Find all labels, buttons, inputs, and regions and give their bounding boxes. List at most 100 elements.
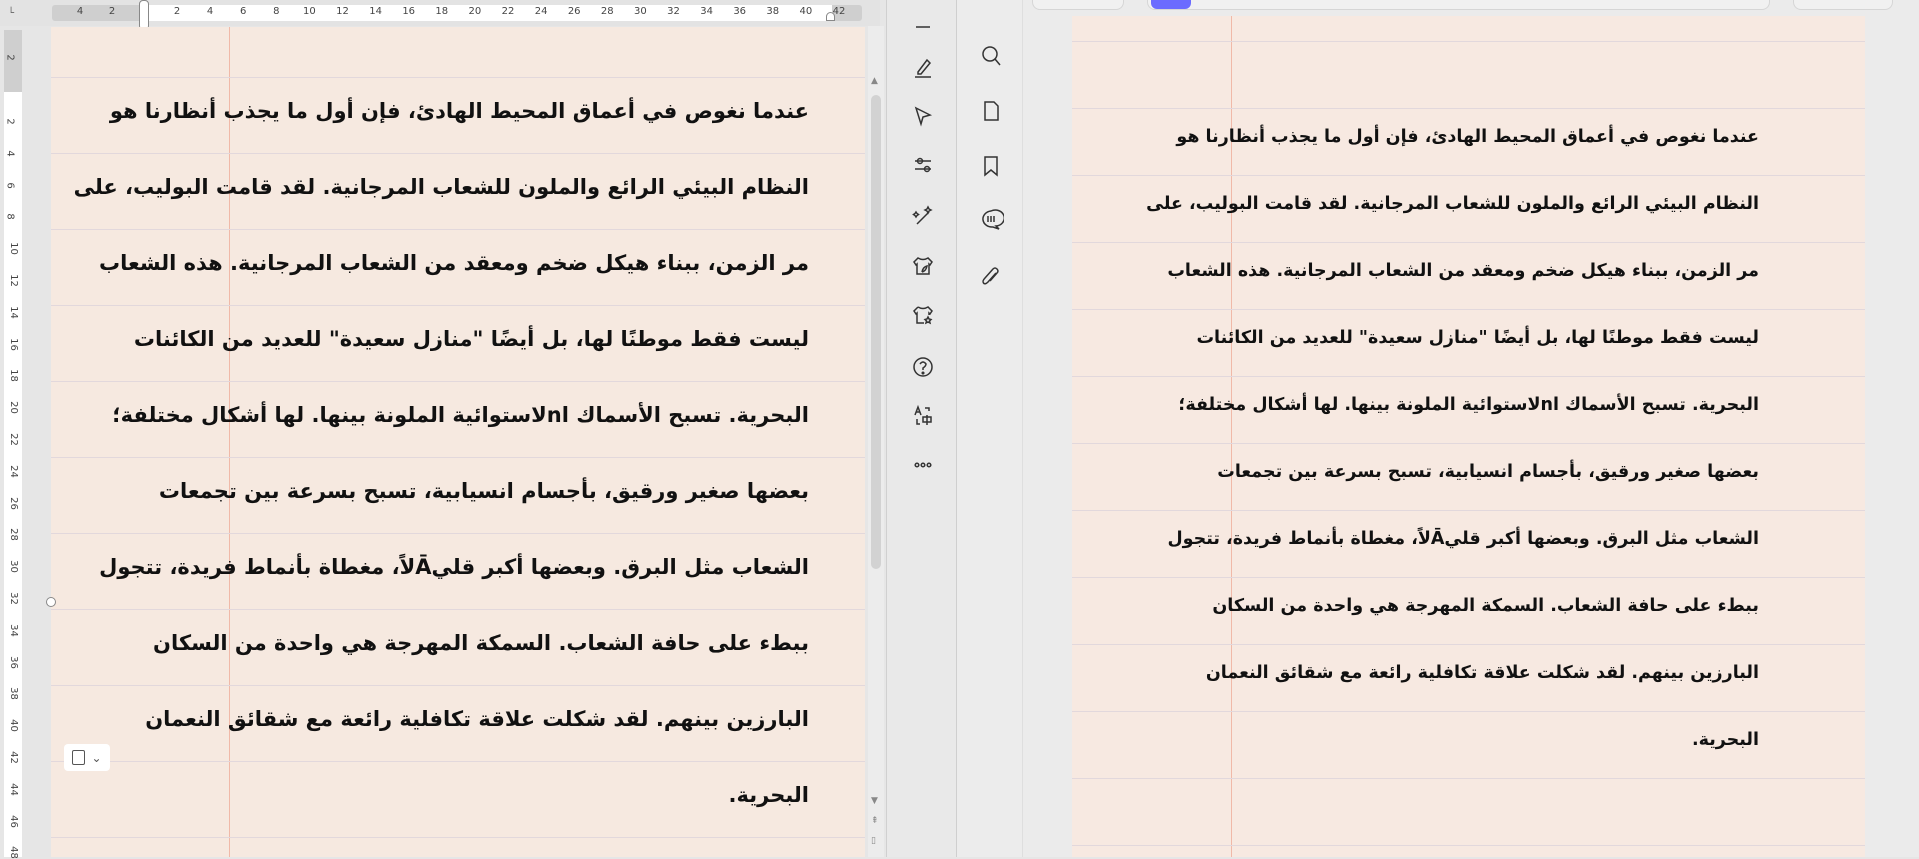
comment-icon[interactable]	[978, 207, 1005, 233]
ruler-number: 14	[369, 6, 382, 17]
left-indent-marker[interactable]	[139, 0, 149, 30]
more-icon[interactable]	[910, 452, 936, 478]
magic-wand-icon[interactable]	[910, 204, 936, 230]
ruler-number: 42	[7, 751, 19, 764]
text-line[interactable]: البارزين بينهم. لقد شكلت علاقة تكافلية ر…	[145, 707, 809, 731]
editor-page[interactable]: عندما نغوص في أعماق المحيط الهادئ، فإن أ…	[51, 27, 865, 857]
ruler-number: 30	[634, 6, 647, 17]
line-rule	[1072, 108, 1865, 109]
ruler-number: 32	[667, 6, 680, 17]
ruler-number: 4	[76, 6, 84, 17]
line-rule	[51, 685, 865, 686]
text-line[interactable]: ليست فقط موطنًا لها، بل أيضًا "منازل سعي…	[134, 327, 809, 351]
page-handle[interactable]	[46, 597, 56, 607]
ruler-number: 26	[7, 496, 19, 510]
translate-icon[interactable]	[910, 403, 936, 429]
line-rule	[1072, 242, 1865, 243]
ruler-number: 12	[336, 6, 349, 17]
text-line[interactable]: النظام البيئي الرائع والملون للشعاب المر…	[74, 175, 809, 199]
ruler-number: 46	[7, 814, 19, 828]
horizontal-ruler[interactable]: 4 2 2 4 6 8 10 12 14 16 18 20 22 24 26 28 30 32 34 36 38 40 42…	[0, 0, 880, 30]
tab[interactable]	[1032, 0, 1124, 10]
vertical-ruler[interactable]: 2 2 4 6 8 10 12 14 16 18 20 22 24 26 28 30 32 34 36 38 40 42 4…	[4, 30, 22, 859]
line-rule	[51, 761, 865, 762]
previous-page-icon[interactable]: ⇞	[871, 816, 879, 826]
ruler-number: 36	[733, 6, 747, 17]
scrollbar-thumb[interactable]	[871, 95, 881, 569]
line-rule	[51, 77, 865, 78]
search-icon[interactable]	[978, 43, 1004, 69]
ruler-number: 6	[4, 181, 16, 189]
tab[interactable]	[1793, 0, 1893, 10]
select-browse-object-icon[interactable]: ▯	[871, 836, 876, 846]
line-rule	[51, 457, 865, 458]
text-line: البحرية. تسبح الأسماك اnلاستوائية الملون…	[1178, 395, 1759, 415]
bookmark-icon[interactable]	[978, 153, 1004, 179]
text-line[interactable]: البحرية. تسبح الأسماك اnلاستوائية الملون…	[112, 403, 809, 427]
ruler-number: 26	[567, 6, 581, 17]
scroll-down-icon[interactable]: ▼	[871, 796, 878, 806]
text-line[interactable]: مر الزمن، ببناء هيكل ضخم ومعقد من الشعاب…	[99, 251, 809, 275]
ruler-number: 32	[7, 592, 19, 605]
ruler-number: 4	[206, 6, 214, 17]
shirt-star-icon[interactable]	[910, 302, 936, 328]
paperclip-icon[interactable]	[978, 264, 1004, 290]
paragraph-icon	[72, 750, 86, 765]
ruler-number: 38	[766, 6, 780, 17]
ruler-number: 36	[7, 655, 19, 669]
line-rule	[1072, 443, 1865, 444]
text-line[interactable]: عندما نغوص في أعماق المحيط الهادئ، فإن أ…	[110, 99, 809, 123]
line-rule	[1072, 644, 1865, 645]
text-line[interactable]: بعضها صغير ورقيق، بأجسام انسيابية، تسبح …	[159, 479, 809, 503]
chevron-down-icon: ⌄	[91, 750, 102, 765]
help-icon[interactable]	[910, 354, 936, 380]
page-icon[interactable]	[978, 98, 1004, 124]
ruler-number: 8	[273, 6, 280, 17]
accent-indicator	[1151, 0, 1191, 9]
line-rule	[51, 837, 865, 838]
ruler-number: 48	[7, 846, 19, 859]
text-line: النظام البيئي الرائع والملون للشعاب المر…	[1146, 194, 1759, 214]
text-line: الشعاب مثل البرق. وبعضها أكبر قليĀلاً، م…	[1167, 529, 1759, 549]
minus-icon	[910, 14, 936, 40]
pen-icon[interactable]	[910, 54, 936, 80]
line-rule	[1072, 577, 1865, 578]
line-rule	[51, 609, 865, 610]
tab-stop-selector[interactable]: └	[8, 8, 14, 19]
ruler-number: 22	[7, 433, 19, 446]
preview-page: عندما نغوص في أعماق المحيط الهادئ، فإن أ…	[1072, 16, 1865, 857]
ruler-number: 28	[600, 6, 614, 17]
line-rule	[51, 229, 865, 230]
text-line[interactable]: البحرية.	[729, 783, 809, 807]
ruler-number: 20	[468, 6, 482, 17]
ruler-number: 2	[4, 54, 16, 61]
ruler-number: 8	[4, 213, 16, 221]
line-rule	[1072, 309, 1865, 310]
ruler-number: 34	[7, 623, 19, 637]
ruler-number: 10	[303, 6, 316, 17]
line-rule	[51, 381, 865, 382]
text-line: بعضها صغير ورقيق، بأجسام انسيابية، تسبح …	[1217, 462, 1759, 482]
ruler-number: 40	[7, 719, 19, 733]
sliders-icon[interactable]	[910, 152, 936, 178]
ruler-number: 20	[7, 401, 19, 415]
right-indent-marker[interactable]	[826, 12, 835, 21]
text-line[interactable]: الشعاب مثل البرق. وبعضها أكبر قليĀلاً، م…	[99, 555, 809, 579]
paragraph-options-button[interactable]: ⌄	[64, 744, 110, 771]
text-line: عندما نغوص في أعماق المحيط الهادئ، فإن أ…	[1176, 127, 1759, 147]
ruler-number: 24	[534, 6, 548, 17]
ruler-number: 4	[4, 150, 16, 157]
ruler-number: 16	[7, 337, 19, 351]
text-line[interactable]: ببطء على حافة الشعاب. السمكة المهرجة هي …	[153, 631, 809, 655]
ruler-number: 44	[7, 782, 19, 796]
tab-active[interactable]	[1147, 0, 1770, 10]
cursor-icon[interactable]	[910, 103, 936, 129]
margin-line	[229, 27, 230, 857]
line-rule	[51, 153, 865, 154]
ruler-number: 34	[700, 6, 713, 17]
shirt-leaf-icon[interactable]	[910, 253, 936, 279]
text-line: ببطء على حافة الشعاب. السمكة المهرجة هي …	[1212, 596, 1759, 616]
scroll-up-icon[interactable]: ▲	[871, 76, 878, 86]
ruler-number: 2	[4, 118, 16, 125]
vertical-scrollbar[interactable]: ▲ ▼ ⇞ ▯	[868, 26, 884, 857]
